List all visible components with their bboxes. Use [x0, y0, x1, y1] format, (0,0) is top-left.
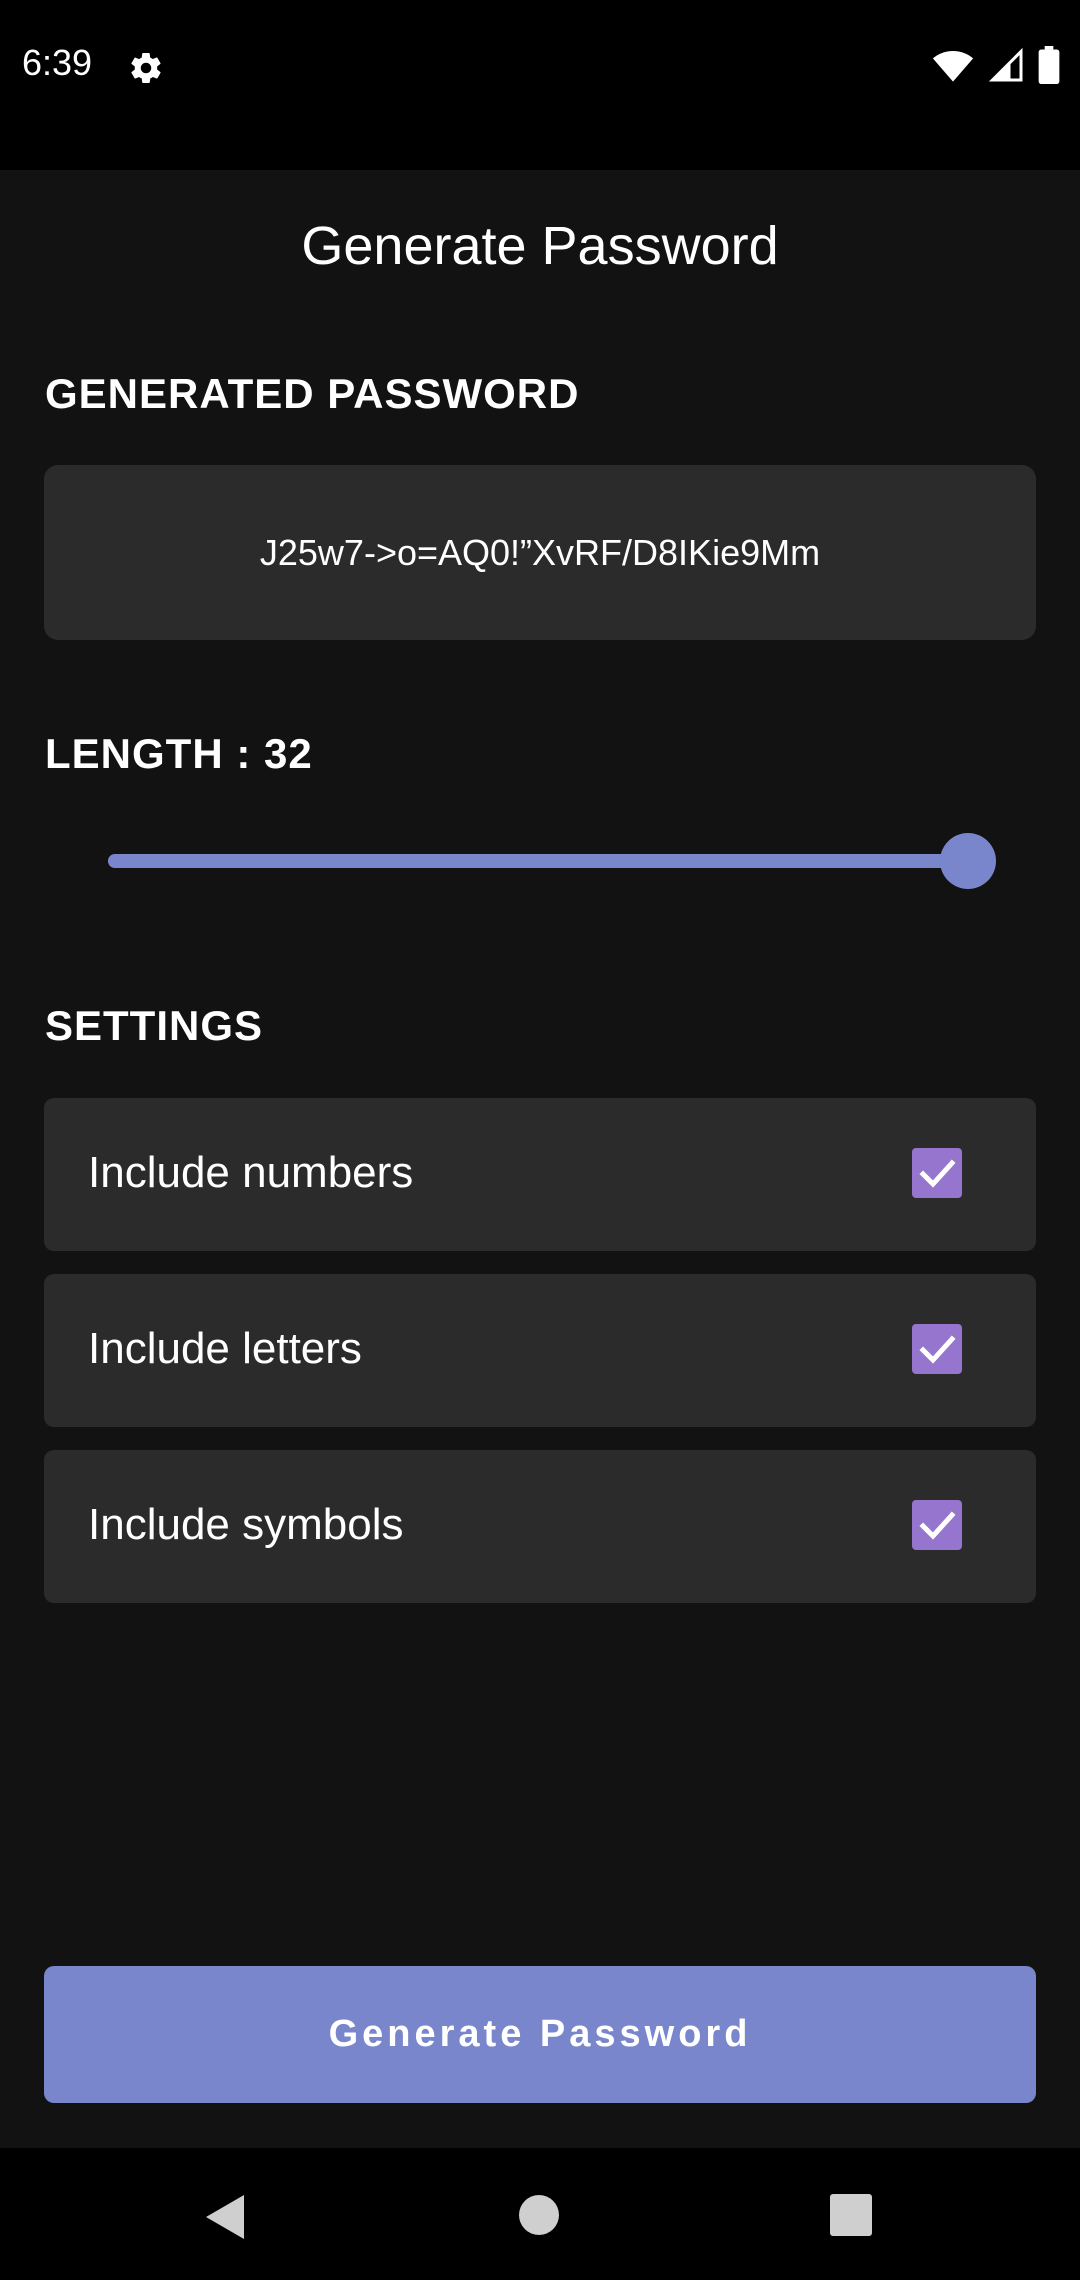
settings-heading: SETTINGS — [45, 1002, 264, 1049]
status-time: 6:39 — [22, 42, 93, 83]
setting-label-symbols: Include symbols — [88, 1500, 404, 1549]
back-icon[interactable] — [202, 2192, 248, 2242]
checkbox-include-letters[interactable] — [912, 1324, 962, 1374]
generated-password-field[interactable]: J25w7->o=AQ0!”XvRF/D8IKie9Mm — [44, 465, 1036, 640]
setting-row-symbols[interactable]: Include symbols — [44, 1450, 1036, 1603]
status-icons — [932, 46, 1060, 84]
checkbox-include-numbers[interactable] — [912, 1148, 962, 1198]
home-icon[interactable] — [516, 2192, 562, 2238]
page-title: Generate Password — [301, 216, 779, 276]
setting-row-letters[interactable]: Include letters — [44, 1274, 1036, 1427]
wifi-icon — [932, 51, 974, 82]
length-heading: LENGTH : 32 — [45, 730, 313, 777]
app-screen: Generate Password GENERATED PASSWORD J25… — [0, 170, 1080, 2148]
recents-icon[interactable] — [828, 2192, 874, 2238]
slider-fill — [108, 854, 968, 868]
generate-password-button[interactable]: Generate Password — [44, 1966, 1036, 2103]
check-icon — [919, 1335, 956, 1364]
setting-label-numbers: Include numbers — [88, 1148, 414, 1197]
check-icon — [919, 1159, 956, 1188]
length-slider[interactable] — [108, 830, 996, 890]
signal-icon — [988, 47, 1023, 82]
navigation-bar — [0, 2148, 1080, 2280]
check-icon — [919, 1511, 956, 1540]
setting-label-letters: Include letters — [88, 1324, 362, 1373]
generated-password-heading: GENERATED PASSWORD — [45, 370, 580, 417]
battery-icon — [1038, 46, 1060, 84]
gear-icon — [131, 53, 161, 84]
slider-thumb[interactable] — [940, 833, 996, 889]
checkbox-include-symbols[interactable] — [912, 1500, 962, 1550]
setting-row-numbers[interactable]: Include numbers — [44, 1098, 1036, 1251]
status-bar: 6:39 — [0, 0, 1080, 170]
